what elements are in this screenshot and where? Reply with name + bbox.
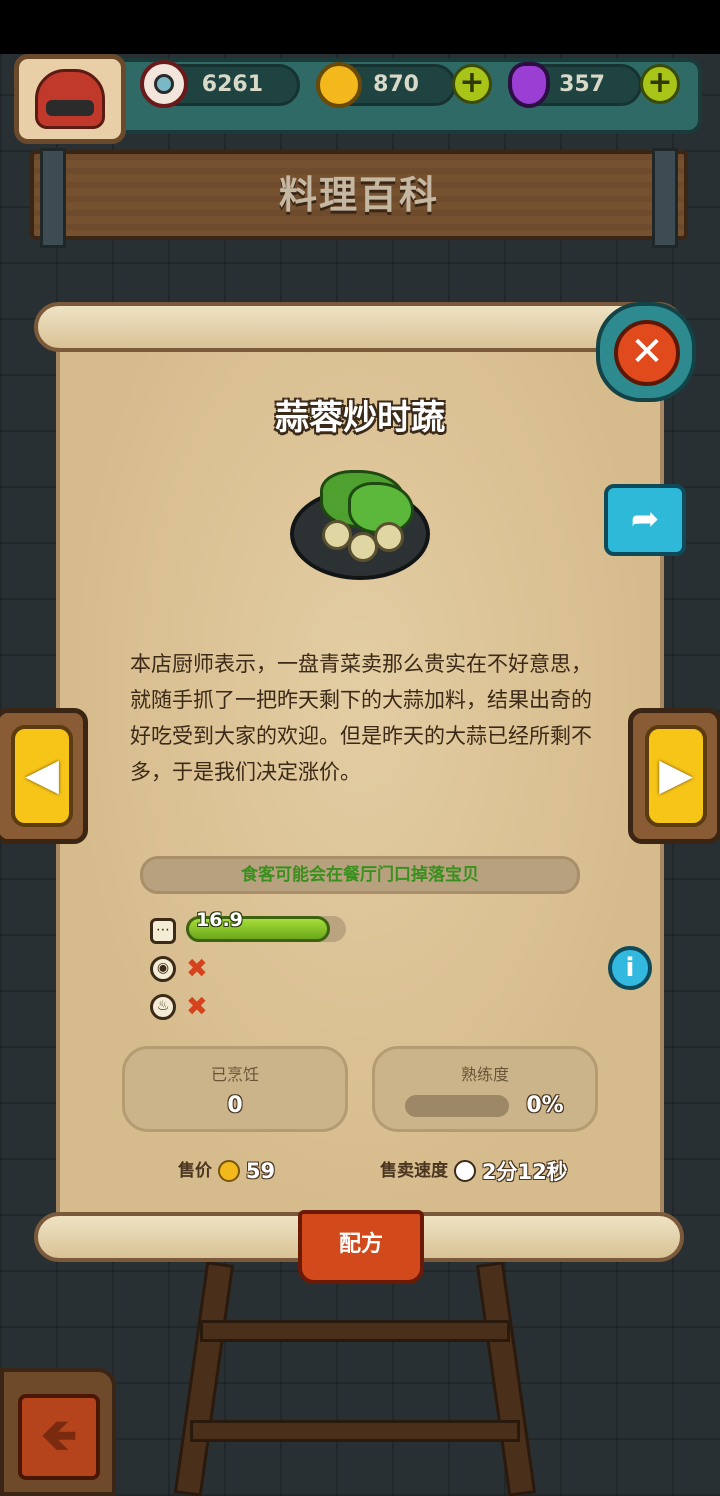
clock-icon xyxy=(453,1160,476,1182)
price-row: 售价 59 xyxy=(178,1156,275,1183)
potion-icon xyxy=(508,62,550,108)
proficiency-panel: 熟练度 0% xyxy=(372,1046,598,1132)
cooked-panel: 已烹饪 0 xyxy=(122,1046,348,1132)
stat-value: 16.9 xyxy=(196,909,243,931)
add-coins-button[interactable]: + xyxy=(452,64,492,104)
next-dish-button[interactable]: ▶ xyxy=(628,708,720,844)
chevron-right-icon: ▶ xyxy=(645,725,707,827)
back-button-frame: 🡸 xyxy=(0,1368,116,1496)
easel-rung xyxy=(200,1320,510,1342)
eyeball-icon xyxy=(140,60,188,108)
proficiency-label: 熟练度 xyxy=(460,1065,509,1084)
close-icon[interactable]: ✕ xyxy=(614,320,680,386)
close-button-frame: ✕ xyxy=(596,302,696,402)
price-label: 售价 xyxy=(178,1161,212,1181)
rate-icon: ⋯ xyxy=(150,918,176,944)
drop-hint-banner: 食客可能会在餐厅门口掉落宝贝 xyxy=(140,856,580,894)
share-icon: ➦ xyxy=(630,499,660,539)
dish-name: 蒜蓉炒时蔬 xyxy=(275,398,445,438)
title-plank: 料理百科 xyxy=(30,148,688,248)
monster-avatar-icon xyxy=(35,69,105,129)
page-title: 料理百科 xyxy=(278,173,439,217)
info-button[interactable]: i xyxy=(608,946,652,990)
cross-icon: ✖ xyxy=(186,954,208,984)
dish-description: 本店厨师表示，一盘青菜卖那么贵实在不好意思，就随手抓了一把昨天剩下的大蒜加料，结… xyxy=(130,652,592,784)
vegetable-stem xyxy=(374,522,404,552)
dish-image xyxy=(290,470,430,580)
coin-icon xyxy=(217,1160,240,1182)
price-value: 59 xyxy=(245,1159,276,1183)
add-potions-button[interactable]: + xyxy=(640,64,680,104)
status-bar xyxy=(0,0,720,54)
recipe-button[interactable]: 配方 xyxy=(298,1210,424,1284)
chevron-left-icon: ◀ xyxy=(11,725,73,827)
speed-label: 售卖速度 xyxy=(380,1161,448,1181)
cooked-count: 0 xyxy=(227,1093,243,1118)
speed-value: 2分12秒 xyxy=(481,1160,568,1184)
share-button[interactable]: ➦ xyxy=(604,484,686,556)
back-arrow-icon: 🡸 xyxy=(41,1410,77,1461)
proficiency-value: 0% xyxy=(526,1093,564,1118)
back-button[interactable]: 🡸 xyxy=(18,1394,100,1480)
speed-row: 售卖速度 2分12秒 xyxy=(380,1156,568,1186)
player-avatar[interactable] xyxy=(14,54,126,144)
info-icon: i xyxy=(625,953,635,983)
cooked-label: 已烹饪 xyxy=(210,1065,259,1084)
eye-icon: ◉ xyxy=(150,956,176,982)
scroll-roll-top xyxy=(34,302,684,352)
flame-icon: ♨ xyxy=(150,994,176,1020)
coin-icon xyxy=(316,62,362,108)
cross-icon: ✖ xyxy=(186,992,208,1022)
easel-rung xyxy=(190,1420,520,1442)
previous-dish-button[interactable]: ◀ xyxy=(0,708,88,844)
